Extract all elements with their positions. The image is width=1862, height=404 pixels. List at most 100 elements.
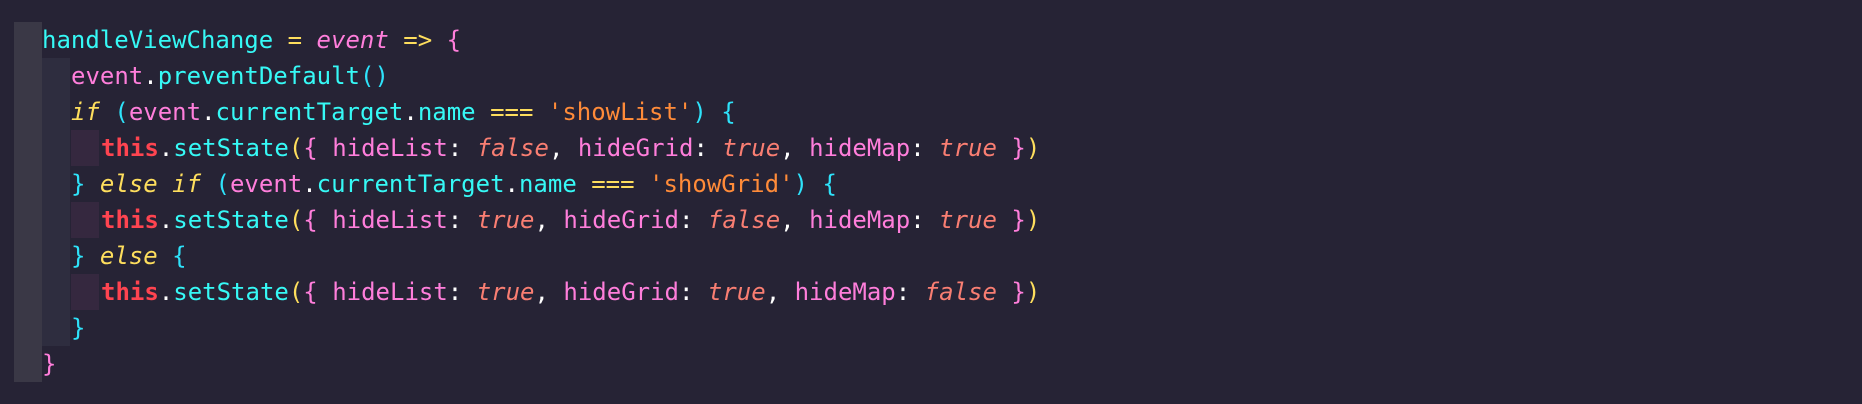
code-token: :: [679, 206, 708, 234]
code-token: true: [476, 278, 535, 306]
code-token: name: [518, 170, 577, 198]
code-token: this: [101, 278, 159, 306]
code-line-6[interactable]: this.setState({ hideList: true, hideGrid…: [101, 202, 1040, 238]
code-token: {: [303, 134, 318, 162]
code-token: event: [128, 98, 202, 126]
code-token: ,: [780, 134, 810, 162]
code-token: }: [71, 170, 86, 198]
code-token: false: [707, 206, 781, 234]
code-editor[interactable]: handleViewChange = event => { event.prev…: [0, 0, 1862, 404]
code-token: :: [679, 278, 708, 306]
code-line-7[interactable]: } else {: [71, 238, 187, 274]
code-token: else: [99, 170, 158, 198]
code-token: event: [316, 26, 389, 54]
code-token: event: [229, 170, 303, 198]
code-token: if: [71, 98, 100, 126]
code-token: true: [939, 134, 997, 162]
code-line-5[interactable]: } else if (event.currentTarget.name === …: [71, 166, 837, 202]
code-token: :: [910, 134, 940, 162]
indent-guide-level-2: [71, 274, 99, 310]
code-token: {: [822, 170, 837, 198]
code-line-1[interactable]: handleViewChange = event => {: [42, 22, 461, 58]
code-token: false: [476, 134, 549, 162]
code-token: {: [303, 278, 318, 306]
code-line-8[interactable]: this.setState({ hideList: true, hideGrid…: [101, 274, 1040, 310]
code-token: ,: [534, 278, 564, 306]
code-token: name: [417, 98, 476, 126]
code-token: :: [447, 278, 477, 306]
code-token: hideMap: [809, 134, 911, 162]
code-token: :: [910, 206, 940, 234]
code-token: :: [447, 134, 477, 162]
code-token: {: [721, 98, 736, 126]
code-token: (: [114, 98, 129, 126]
code-token: hideGrid: [563, 206, 679, 234]
code-token: }: [1011, 134, 1026, 162]
code-token: handleViewChange: [42, 26, 274, 54]
code-token: 'showGrid': [649, 170, 794, 198]
code-token: .: [143, 62, 158, 90]
code-token: ,: [765, 278, 795, 306]
code-token: this: [101, 134, 159, 162]
code-token: {: [446, 26, 462, 54]
code-token: else: [99, 242, 158, 270]
code-token: (: [215, 170, 230, 198]
code-token: ): [1025, 134, 1041, 162]
code-token: :: [447, 206, 477, 234]
code-token: hideList: [332, 278, 448, 306]
indent-guide-level-2: [71, 130, 99, 166]
code-token: hideMap: [794, 278, 896, 306]
code-token: ): [793, 170, 808, 198]
code-token: true: [476, 206, 535, 234]
code-token: ,: [780, 206, 810, 234]
code-token: }: [1011, 206, 1026, 234]
code-token: :: [895, 278, 925, 306]
code-line-4[interactable]: this.setState({ hideList: false, hideGri…: [101, 130, 1040, 166]
code-token: ===: [591, 170, 635, 198]
code-token: ===: [490, 98, 534, 126]
code-token: ): [1025, 278, 1041, 306]
code-token: .: [158, 206, 174, 234]
code-token: false: [924, 278, 997, 306]
code-line-3[interactable]: if (event.currentTarget.name === 'showLi…: [71, 94, 736, 130]
code-token: currentTarget: [316, 170, 505, 198]
code-token: 'showList': [547, 98, 693, 126]
code-token: this: [101, 206, 159, 234]
code-token: }: [71, 242, 86, 270]
code-token: hideList: [332, 206, 448, 234]
code-token: }: [1011, 278, 1026, 306]
code-token: setState: [173, 278, 289, 306]
code-token: .: [158, 134, 174, 162]
code-token: if: [172, 170, 202, 198]
code-token: hideList: [332, 134, 448, 162]
code-token: =: [287, 26, 303, 54]
code-token: setState: [173, 206, 289, 234]
indent-guide-level-2: [71, 202, 99, 238]
code-token: ,: [548, 134, 578, 162]
code-line-2[interactable]: event.preventDefault(): [71, 58, 389, 94]
code-token: ): [692, 98, 707, 126]
code-token: .: [158, 278, 174, 306]
code-line-10[interactable]: }: [42, 346, 56, 382]
code-token: {: [303, 206, 318, 234]
code-token: .: [403, 98, 418, 126]
code-block[interactable]: handleViewChange = event => { event.prev…: [0, 22, 1040, 378]
code-token: (: [288, 134, 304, 162]
code-line-9[interactable]: }: [71, 310, 85, 346]
